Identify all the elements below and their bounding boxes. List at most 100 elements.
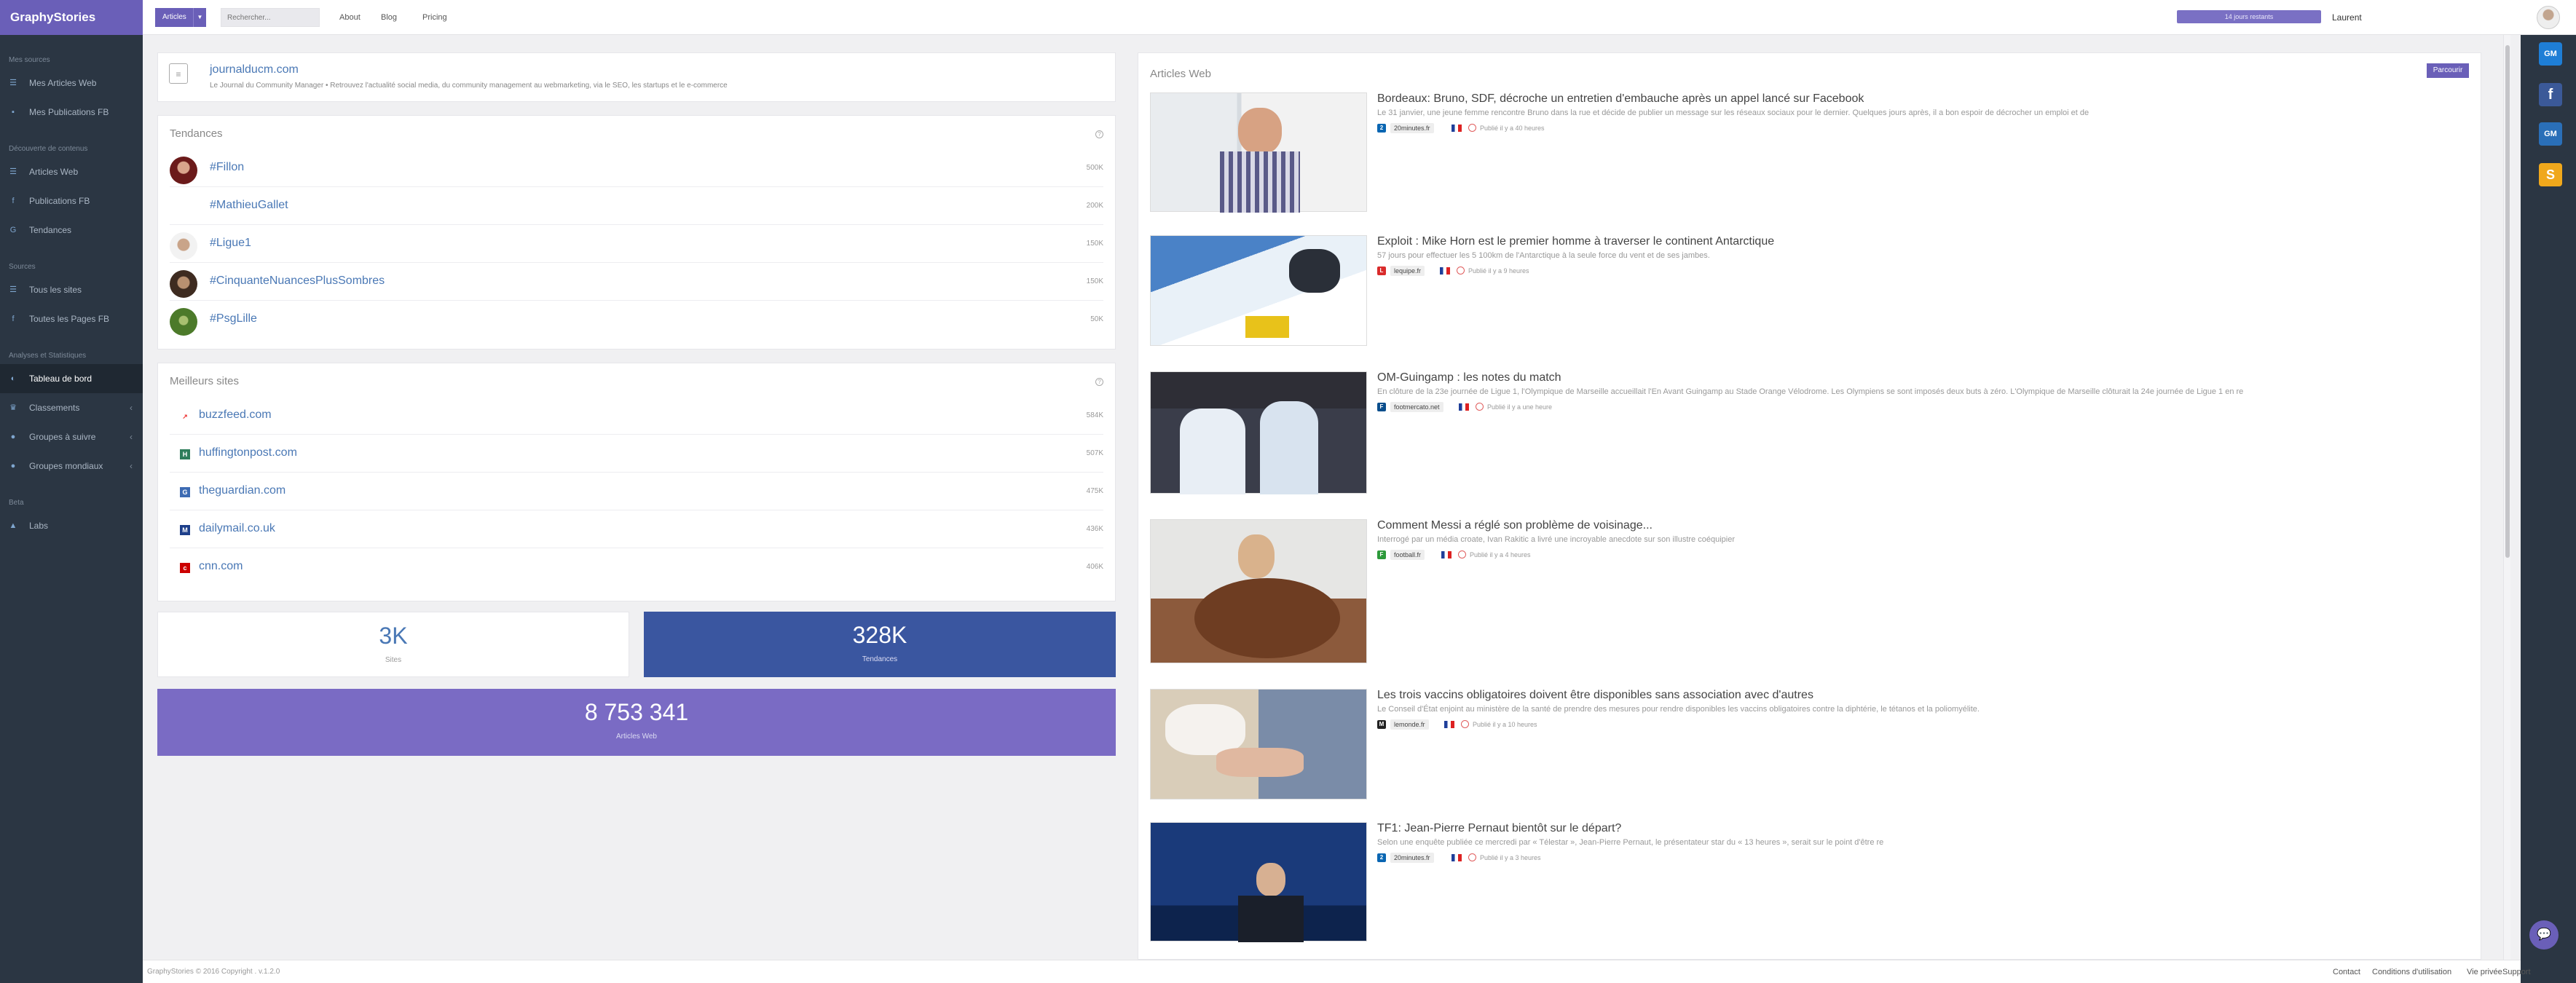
user-menu[interactable]: Laurent	[2332, 0, 2362, 35]
site-label[interactable]: huffingtonpost.com	[199, 446, 297, 459]
help-icon[interactable]: ?	[1095, 378, 1103, 386]
graphystories-app-icon[interactable]: GM	[2539, 42, 2562, 66]
stat-sites-tile[interactable]: 3K Sites	[157, 612, 629, 677]
trend-value: 150K	[1086, 277, 1103, 285]
article-source[interactable]: football.fr	[1390, 550, 1425, 560]
article-published: Publié il y a 40 heures	[1480, 125, 1545, 132]
sidebar-item-label: Tableau de bord	[29, 374, 92, 384]
sidebar-item-groupes-a-suivre[interactable]: ● Groupes à suivre ‹	[0, 422, 143, 451]
trend-label[interactable]: #Ligue1	[210, 237, 251, 250]
source-icon: M	[1377, 720, 1386, 729]
stat-tendances-tile[interactable]: 328K Tendances	[644, 612, 1116, 677]
article-published: Publié il y a une heure	[1487, 403, 1553, 411]
thumbnail-player	[1260, 401, 1318, 494]
site-row[interactable]: H huffingtonpost.com 507K	[170, 435, 1103, 473]
site-label[interactable]: cnn.com	[199, 560, 243, 573]
article-title[interactable]: Exploit : Mike Horn est le premier homme…	[1377, 235, 1774, 248]
site-row[interactable]: ↗ buzzfeed.com 584K	[170, 397, 1103, 435]
stat-articles-label: Articles Web	[616, 733, 657, 741]
site-label[interactable]: buzzfeed.com	[199, 408, 272, 422]
trend-value: 150K	[1086, 240, 1103, 248]
site-row[interactable]: M dailymail.co.uk 436K	[170, 510, 1103, 548]
brand-logo[interactable]: GraphyStories	[0, 0, 143, 35]
thumbnail-shirt	[1220, 151, 1300, 213]
sidebar-item-articles-web[interactable]: ☰ Articles Web	[0, 157, 143, 186]
site-row[interactable]: G theguardian.com 475K	[170, 473, 1103, 510]
sidebar-item-tous-les-sites[interactable]: ☰ Tous les sites	[0, 275, 143, 304]
article-title[interactable]: Comment Messi a réglé son problème de vo…	[1377, 519, 1653, 532]
article-title[interactable]: Bordeaux: Bruno, SDF, décroche un entret…	[1377, 92, 1864, 106]
site-name-link[interactable]: journalducm.com	[210, 63, 299, 76]
footer-link-conditions[interactable]: Conditions d'utilisation	[2372, 960, 2451, 983]
flask-icon: ▲	[9, 521, 17, 530]
trend-label[interactable]: #Fillon	[210, 161, 244, 174]
graphystories-app-icon[interactable]: GM	[2539, 122, 2562, 146]
sidebar-item-tableau-de-bord[interactable]: ◐ Tableau de bord	[0, 364, 143, 393]
site-label[interactable]: theguardian.com	[199, 484, 285, 497]
article-thumbnail[interactable]	[1150, 822, 1367, 942]
article-published: Publié il y a 10 heures	[1473, 721, 1537, 728]
nav-link-pricing[interactable]: Pricing	[422, 0, 447, 35]
caret-down-icon: ▼	[193, 8, 206, 27]
sidebar-item-mes-articles-web[interactable]: ☰ Mes Articles Web	[0, 68, 143, 98]
trial-days-badge[interactable]: 14 jours restants	[2177, 10, 2321, 23]
article-thumbnail[interactable]	[1150, 689, 1367, 800]
footer-link-privacy[interactable]: Vie privée	[2467, 960, 2502, 983]
sidebar-item-classements[interactable]: ♛ Classements ‹	[0, 393, 143, 422]
article-published: Publié il y a 9 heures	[1468, 267, 1529, 275]
tendances-card: Tendances ? #Fillon 500K #MathieuGallet …	[157, 115, 1116, 350]
site-header-card: ≡ journalducm.com Le Journal du Communit…	[157, 52, 1116, 102]
trend-row[interactable]: #MathieuGallet 200K	[170, 187, 1103, 225]
sidebar-item-tendances[interactable]: G Tendances	[0, 216, 143, 245]
chevron-left-icon: ‹	[130, 432, 133, 442]
trend-label[interactable]: #PsgLille	[210, 312, 257, 325]
site-value: 584K	[1086, 411, 1103, 419]
sidebar-item-labs[interactable]: ▲ Labs	[0, 511, 143, 540]
trend-avatar	[170, 232, 197, 260]
browse-button[interactable]: Parcourir	[2427, 63, 2469, 78]
trend-row[interactable]: #PsgLille 50K	[170, 301, 1103, 339]
article-thumbnail[interactable]	[1150, 519, 1367, 663]
chat-bubble-icon[interactable]: 💬	[2529, 920, 2559, 950]
sidebar-item-mes-publications-fb[interactable]: ▪ Mes Publications FB	[0, 98, 143, 127]
article-source[interactable]: lequipe.fr	[1390, 266, 1425, 276]
user-avatar[interactable]	[2537, 6, 2560, 29]
site-label[interactable]: dailymail.co.uk	[199, 522, 275, 535]
fr-flag-icon	[1440, 267, 1450, 275]
article-title[interactable]: TF1: Jean-Pierre Pernaut bientôt sur le …	[1377, 822, 1621, 835]
nav-link-about[interactable]: About	[339, 0, 361, 35]
footer-link-support[interactable]: Support	[2502, 960, 2531, 983]
trend-row[interactable]: #Ligue1 150K	[170, 225, 1103, 263]
stat-sites-label: Sites	[385, 656, 402, 664]
stat-articles-tile[interactable]: 8 753 341 Articles Web	[157, 689, 1116, 756]
scrollbar-thumb[interactable]	[2505, 45, 2510, 558]
nav-section-label: Beta	[9, 499, 24, 507]
article-source[interactable]: lemonde.fr	[1390, 719, 1429, 730]
help-icon[interactable]: ?	[1095, 130, 1103, 138]
trend-row[interactable]: #CinquanteNuancesPlusSombres 150K	[170, 263, 1103, 301]
search-scope-dropdown[interactable]: Articles ▼	[155, 8, 206, 27]
article-thumbnail[interactable]	[1150, 235, 1367, 346]
article-source[interactable]: 20minutes.fr	[1390, 123, 1434, 133]
main-scrollbar[interactable]	[2503, 35, 2510, 960]
article-source[interactable]: footmercato.net	[1390, 402, 1443, 412]
article-source[interactable]: 20minutes.fr	[1390, 853, 1434, 863]
footer-link-contact[interactable]: Contact	[2333, 960, 2360, 983]
sidebar-item-publications-fb[interactable]: f Publications FB	[0, 186, 143, 216]
trend-row[interactable]: #Fillon 500K	[170, 149, 1103, 187]
article-thumbnail[interactable]	[1150, 92, 1367, 213]
sidebar-item-toutes-les-pages-fb[interactable]: f Toutes les Pages FB	[0, 304, 143, 333]
list-icon: ☰	[9, 285, 17, 294]
article-title[interactable]: OM-Guingamp : les notes du match	[1377, 371, 1561, 384]
site-row[interactable]: c cnn.com 406K	[170, 548, 1103, 586]
trend-label[interactable]: #CinquanteNuancesPlusSombres	[210, 275, 385, 288]
article-title[interactable]: Les trois vaccins obligatoires doivent ê…	[1377, 689, 1813, 702]
facebook-app-icon[interactable]: f	[2539, 83, 2562, 106]
nav-link-blog[interactable]: Blog	[381, 0, 397, 35]
app-icon[interactable]: S	[2539, 163, 2562, 186]
trend-label[interactable]: #MathieuGallet	[210, 199, 288, 212]
sidebar-item-groupes-mondiaux[interactable]: ● Groupes mondiaux ‹	[0, 451, 143, 481]
article-thumbnail[interactable]	[1150, 371, 1367, 494]
nav-section-label: Découverte de contenus	[9, 145, 88, 153]
search-input[interactable]	[221, 8, 320, 27]
